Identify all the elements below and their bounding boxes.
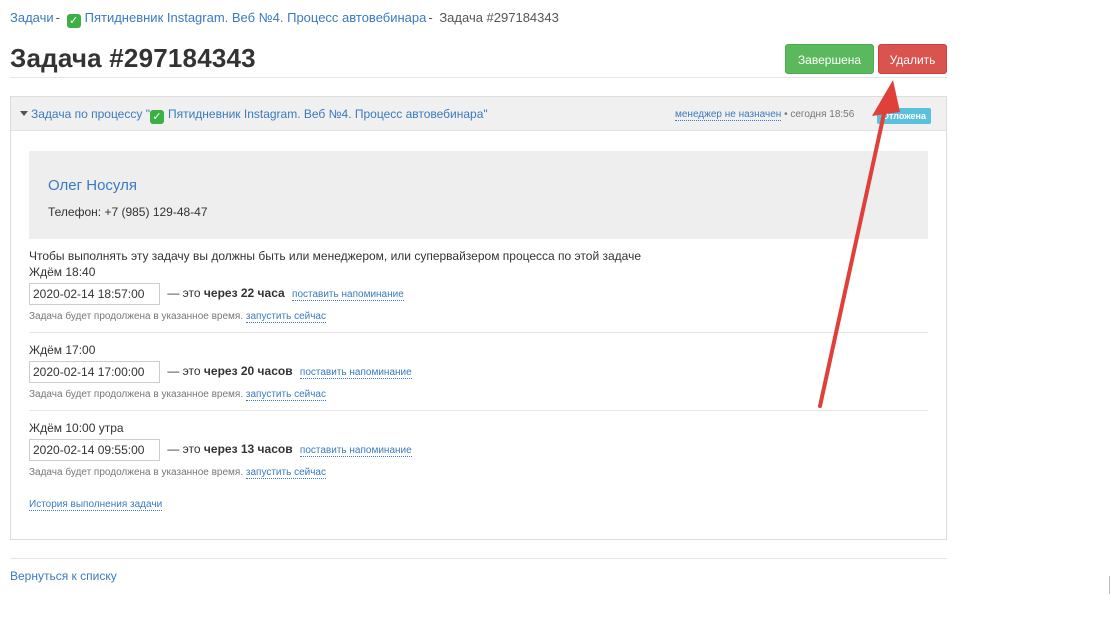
wait-dash: — это [167,364,201,379]
permission-notice: Чтобы выполнять эту задачу вы должны быт… [29,249,641,263]
wait-relative: через 20 часов [203,364,293,379]
wait-note-text: Задача будет продолжена в указанное врем… [29,311,244,322]
process-link[interactable]: Пятидневник Instagram. Веб №4. Процесс а… [168,107,483,121]
back-to-list-link[interactable]: Вернуться к списку [10,569,117,583]
breadcrumb-process-link[interactable]: Пятидневник Instagram. Веб №4. Процесс а… [85,10,427,25]
wait-note-text: Задача будет продолжена в указанное врем… [29,467,244,478]
divider [29,332,928,333]
contact-card: Олег Носуля Телефон: +7 (985) 129-48-47 [29,151,928,239]
check-mark-emoji-icon: ✓ [66,14,81,28]
manager-link[interactable]: менеджер не назначен [675,109,782,121]
delete-button[interactable]: Удалить [878,44,947,74]
wait-datetime-input[interactable] [29,283,160,305]
wait-line: — это через 13 часов поставить напоминан… [29,439,928,461]
contact-name-link[interactable]: Олег Носуля [48,177,137,194]
run-now-link[interactable]: запустить сейчас [245,389,326,401]
set-reminder-link[interactable]: поставить напоминание [292,289,404,302]
process-toggle-suffix[interactable]: " [483,107,487,121]
wait-line: — это через 20 часов поставить напоминан… [29,361,928,383]
wait-label: Ждём 17:00 [29,343,96,357]
breadcrumb-current: Задача #297184343 [439,10,559,25]
set-reminder-link[interactable]: поставить напоминание [299,445,412,458]
task-time: сегодня 18:56 [790,109,855,120]
panel-header: Задача по процессу " ✓ Пятидневник Instagr… [11,97,946,131]
scroll-edge-mark [1109,576,1111,594]
task-history-link[interactable]: История выполнения задачи [29,499,163,511]
contact-phone: Телефон: +7 (985) 129-48-47 [48,205,208,219]
wait-label: Ждём 10:00 утра [29,421,124,435]
check-mark-emoji-icon: ✓ [149,110,164,124]
breadcrumb-tasks-link[interactable]: Задачи [10,10,54,25]
breadcrumb-separator: - [428,10,433,25]
wait-label: Ждём 18:40 [29,265,96,279]
wait-block: Ждём 10:00 утра — это через 13 часов пос… [29,421,928,479]
divider [29,410,928,411]
caret-down-icon [20,111,28,116]
footer-divider [10,558,947,559]
status-badge: Отложена [877,108,931,124]
process-toggle[interactable]: Задача по процессу " ✓ Пятидневник Instagr… [20,107,488,124]
wait-note: Задача будет продолжена в указанное врем… [29,467,928,479]
wait-block: Ждём 17:00 — это через 20 часов поставит… [29,343,928,401]
wait-block: Ждём 18:40 — это через 22 часа поставить… [29,265,928,323]
breadcrumb: Задачи - ✓ Пятидневник Instagram. Веб №4. … [10,10,559,28]
set-reminder-link[interactable]: поставить напоминание [299,367,412,380]
wait-line: — это через 22 часа поставить напоминани… [29,283,928,305]
wait-datetime-input[interactable] [29,439,160,461]
wait-dash: — это [167,286,201,301]
panel-meta: менеджер не назначен • сегодня 18:56 [675,109,855,121]
task-panel: Задача по процессу " ✓ Пятидневник Instagr… [10,96,947,540]
wait-note: Задача будет продолжена в указанное врем… [29,389,928,401]
title-row: Задача #297184343 Завершена Удалить [10,44,947,78]
done-button[interactable]: Завершена [785,44,874,74]
wait-relative: через 13 часов [203,442,293,457]
run-now-link[interactable]: запустить сейчас [245,311,326,323]
wait-note: Задача будет продолжена в указанное врем… [29,311,928,323]
run-now-link[interactable]: запустить сейчас [245,467,326,479]
process-toggle-prefix[interactable]: Задача по процессу " [31,107,150,121]
breadcrumb-separator: - [55,10,60,25]
wait-note-text: Задача будет продолжена в указанное врем… [29,389,244,400]
wait-datetime-input[interactable] [29,361,160,383]
wait-dash: — это [167,442,201,457]
wait-relative: через 22 часа [203,286,285,301]
